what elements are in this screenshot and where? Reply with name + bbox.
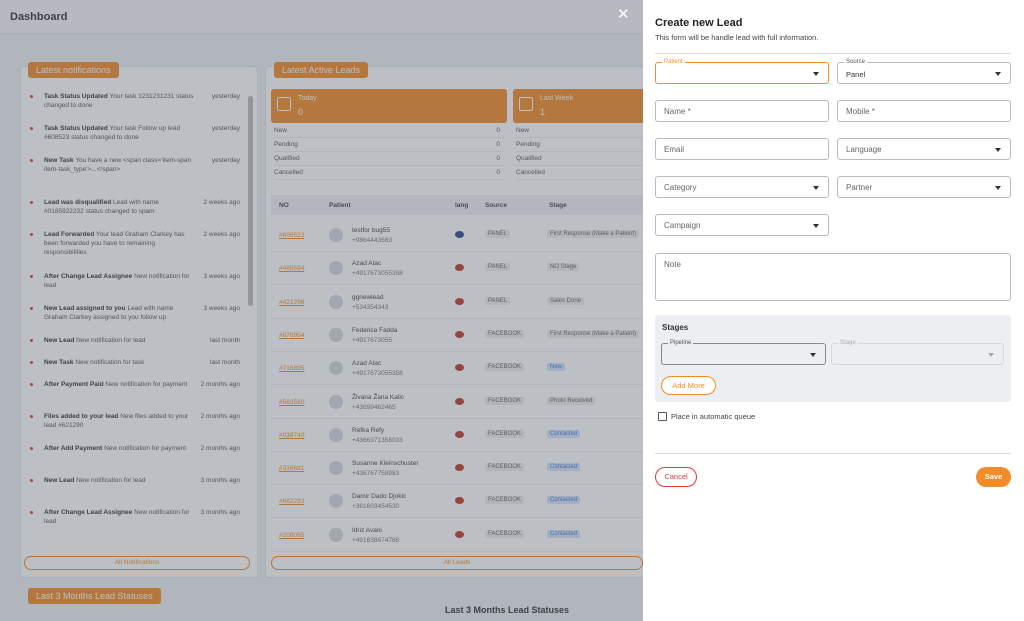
partner-select[interactable]: Partner	[837, 176, 1011, 198]
add-more-button[interactable]: Add More	[661, 376, 716, 395]
save-button[interactable]: Save	[976, 467, 1011, 487]
email-input[interactable]: Email	[655, 138, 829, 160]
divider	[655, 53, 1011, 54]
note-textarea[interactable]: Note	[655, 253, 1011, 301]
chevron-down-icon	[995, 148, 1001, 152]
form-subtitle: This form will be handle lead with full …	[655, 33, 819, 42]
close-icon[interactable]: ✕	[617, 5, 630, 23]
cancel-button[interactable]: Cancel	[655, 467, 697, 487]
partner-placeholder: Partner	[846, 183, 873, 192]
mobile-placeholder: Mobile *	[846, 107, 875, 116]
language-select[interactable]: Language	[837, 138, 1011, 160]
category-select[interactable]: Category	[655, 176, 829, 198]
chevron-down-icon	[813, 224, 819, 228]
stages-title: Stages	[662, 323, 689, 332]
source-legend: Source	[844, 58, 868, 66]
campaign-select[interactable]: Campaign	[655, 214, 829, 236]
pipeline-legend: Pipeline	[668, 339, 694, 347]
chevron-down-icon	[813, 186, 819, 190]
source-select[interactable]: Source Panel	[837, 58, 1011, 84]
email-placeholder: Email	[664, 145, 685, 154]
stage-select[interactable]: Stage	[831, 339, 1004, 365]
patient-legend: Patient	[662, 58, 685, 66]
source-value: Panel	[846, 70, 866, 79]
divider	[655, 453, 1011, 454]
name-input[interactable]: Name *	[655, 100, 829, 122]
modal-backdrop[interactable]	[0, 0, 643, 621]
name-placeholder: Name *	[664, 107, 691, 116]
chevron-down-icon	[995, 72, 1001, 76]
pipeline-select[interactable]: Pipeline	[661, 339, 826, 365]
mobile-input[interactable]: Mobile *	[837, 100, 1011, 122]
campaign-placeholder: Campaign	[664, 221, 701, 230]
patient-select[interactable]: Patient	[655, 58, 829, 84]
note-placeholder: Note	[664, 260, 681, 269]
language-placeholder: Language	[846, 145, 882, 154]
category-placeholder: Category	[664, 183, 697, 192]
chevron-down-icon	[988, 353, 994, 357]
stages-section: Stages Pipeline Stage Add More	[655, 315, 1011, 402]
create-lead-drawer: Create new Lead This form will be handle…	[643, 0, 1024, 621]
chevron-down-icon	[813, 72, 819, 76]
automatic-queue-checkbox[interactable]	[658, 412, 667, 421]
chevron-down-icon	[810, 353, 816, 357]
form-title: Create new Lead	[655, 17, 743, 29]
automatic-queue-label: Place in automatic queue	[671, 412, 756, 421]
stage-legend: Stage	[838, 339, 858, 347]
chevron-down-icon	[995, 186, 1001, 190]
